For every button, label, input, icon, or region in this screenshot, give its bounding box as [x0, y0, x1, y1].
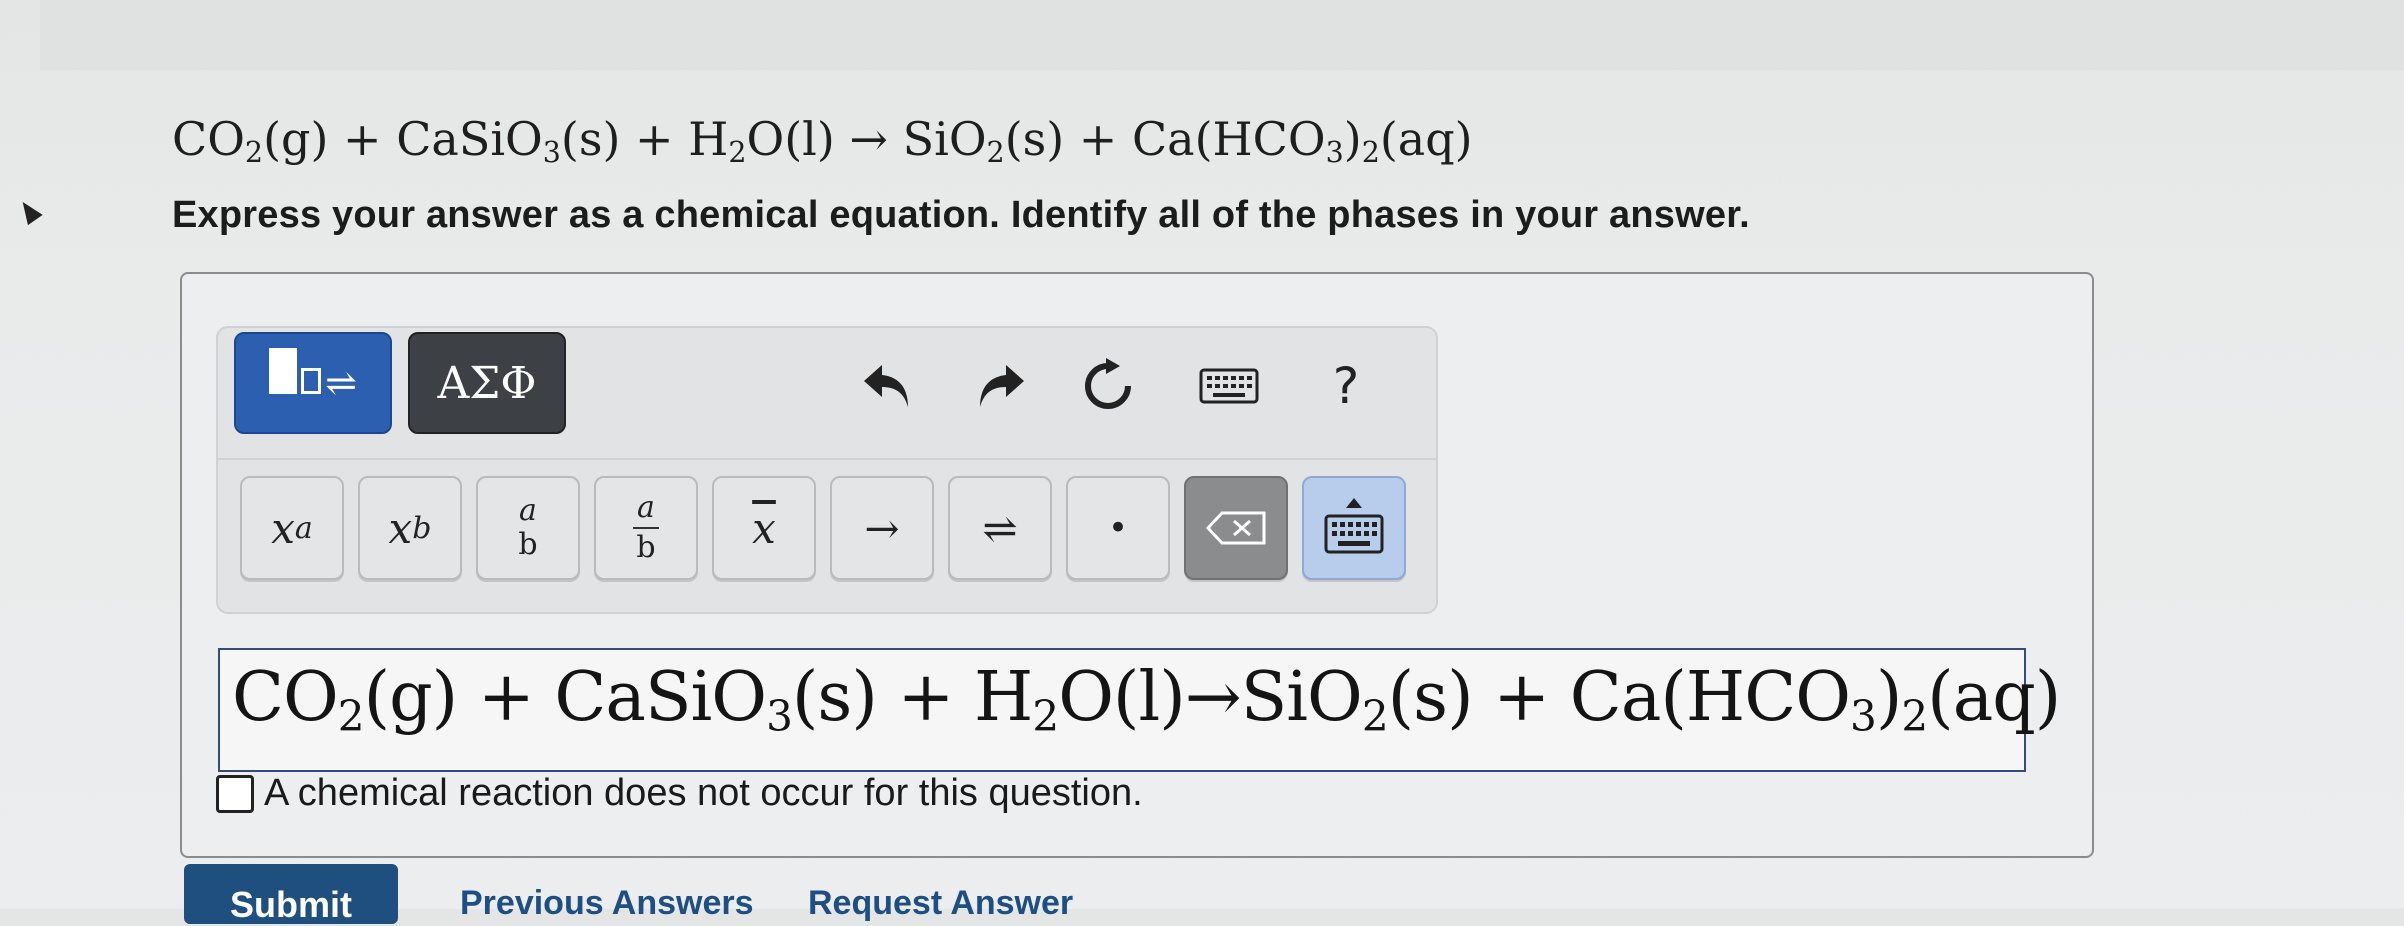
top-band: [40, 0, 2404, 70]
equilibrium-key[interactable]: ⇌: [948, 476, 1052, 580]
keyboard-icon[interactable]: [1198, 356, 1260, 416]
redo-icon[interactable]: [970, 356, 1030, 416]
question-equation: CO2(g) + CaSiO3(s) + H2O(l) → SiO2(s) + …: [172, 112, 1473, 170]
math-toolbar: ⇌ ΑΣΦ ? xa xb ab ab x → ⇌ •: [216, 326, 1438, 614]
request-answer-link[interactable]: Request Answer: [808, 884, 1073, 923]
keyboard-toggle-icon: [1324, 498, 1384, 554]
help-icon[interactable]: ?: [1316, 356, 1376, 416]
answer-input[interactable]: CO2(g) + CaSiO3(s) + H2O(l)→SiO2(s) + Ca…: [218, 648, 2061, 772]
subscript-key[interactable]: xb: [358, 476, 462, 580]
submit-button[interactable]: Submit: [184, 864, 398, 925]
backspace-button[interactable]: [1184, 476, 1288, 580]
mouse-cursor-icon: [15, 196, 43, 226]
fraction-key[interactable]: ab: [476, 476, 580, 580]
instructions: Express your answer as a chemical equati…: [172, 194, 1750, 236]
previous-answers-link[interactable]: Previous Answers: [460, 884, 754, 923]
keyboard-toggle-button[interactable]: [1302, 476, 1406, 580]
superscript-key[interactable]: xa: [240, 476, 344, 580]
toolbar-top-row: ⇌ ΑΣΦ ?: [218, 328, 1436, 458]
template-mode-icon: ⇌: [269, 348, 357, 418]
stacked-fraction-key[interactable]: ab: [594, 476, 698, 580]
arrow-key[interactable]: →: [830, 476, 934, 580]
dot-key[interactable]: •: [1066, 476, 1170, 580]
no-reaction-checkbox[interactable]: [216, 774, 254, 813]
greek-mode-button[interactable]: ΑΣΦ: [408, 332, 566, 434]
answer-equation: CO2(g) + CaSiO3(s) + H2O(l)→SiO2(s) + Ca…: [232, 658, 2061, 741]
bar-key[interactable]: x: [712, 476, 816, 580]
template-mode-button[interactable]: ⇌: [234, 332, 392, 434]
backspace-icon: [1206, 511, 1266, 545]
no-reaction-label: A chemical reaction does not occur for t…: [264, 772, 1143, 814]
toolbar-key-row: xa xb ab ab x → ⇌ •: [218, 458, 1436, 614]
no-reaction-option[interactable]: A chemical reaction does not occur for t…: [216, 772, 1143, 815]
undo-icon[interactable]: [858, 356, 918, 416]
reset-icon[interactable]: [1078, 356, 1138, 416]
